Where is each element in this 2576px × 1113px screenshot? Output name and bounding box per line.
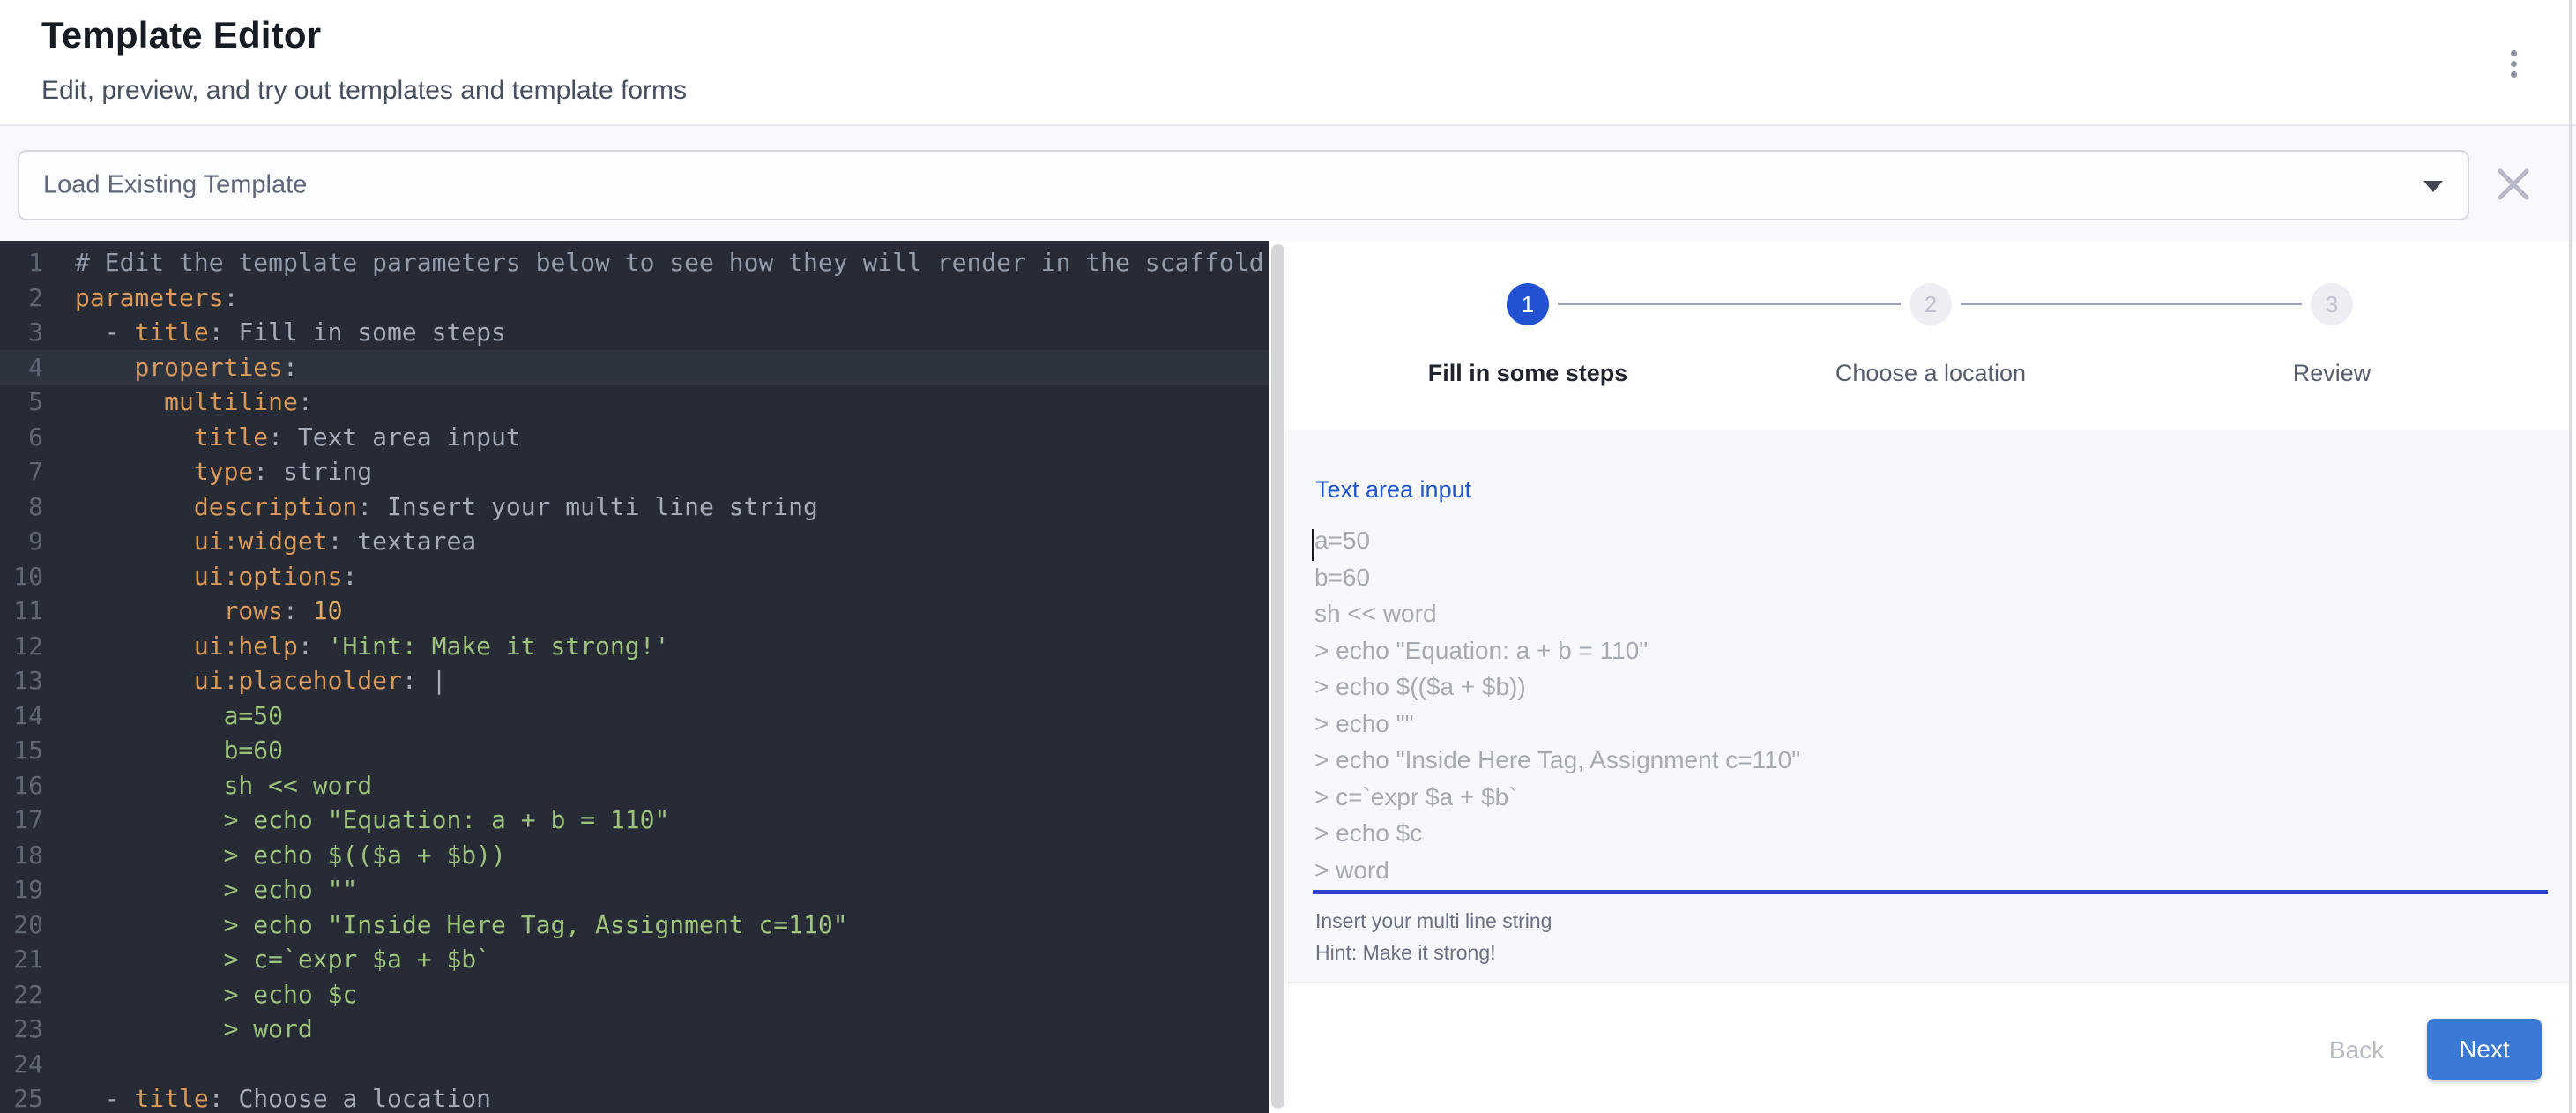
field-underline bbox=[1313, 890, 2548, 894]
code-line: 22 > echo $c bbox=[0, 977, 1269, 1012]
step-circle-1: 1 bbox=[1507, 283, 1549, 325]
line-number: 25 bbox=[0, 1081, 43, 1113]
line-number: 3 bbox=[0, 315, 43, 350]
load-template-select[interactable]: Load Existing Template bbox=[18, 150, 2469, 220]
step-form-card: Text area input a=50 b=60 sh << word > e… bbox=[1286, 430, 2569, 982]
textarea-placeholder: a=50 b=60 sh << word > echo "Equation: a… bbox=[1314, 522, 1800, 888]
code-line: 18 > echo $(($a + $b)) bbox=[0, 838, 1269, 873]
step-connector bbox=[1558, 303, 1901, 305]
code-line: 2parameters: bbox=[0, 280, 1269, 316]
line-number: 12 bbox=[0, 629, 43, 664]
code-line: 11 rows: 10 bbox=[0, 594, 1269, 629]
line-number: 19 bbox=[0, 872, 43, 908]
line-number: 11 bbox=[0, 594, 43, 629]
editor-scrollbar[interactable] bbox=[1271, 244, 1284, 1109]
code-line: 21 > c=`expr $a + $b` bbox=[0, 942, 1269, 977]
line-number: 7 bbox=[0, 454, 43, 489]
yaml-code-editor[interactable]: 1# Edit the template parameters below to… bbox=[0, 241, 1269, 1113]
line-number: 4 bbox=[0, 350, 43, 385]
code-line: 8 description: Insert your multi line st… bbox=[0, 489, 1269, 525]
code-line: 4 properties: bbox=[0, 350, 1269, 385]
line-number: 8 bbox=[0, 489, 43, 525]
code-line: 16 sh << word bbox=[0, 768, 1269, 803]
code-line: 3 - title: Fill in some steps bbox=[0, 315, 1269, 350]
code-line: 19 > echo "" bbox=[0, 872, 1269, 908]
line-number: 21 bbox=[0, 942, 43, 977]
back-button[interactable]: Back bbox=[2295, 1019, 2418, 1080]
page-title: Template Editor bbox=[41, 14, 321, 56]
code-line: 9 ui:widget: textarea bbox=[0, 524, 1269, 559]
code-line: 14 a=50 bbox=[0, 698, 1269, 734]
code-line: 12 ui:help: 'Hint: Make it strong!' bbox=[0, 629, 1269, 664]
clear-selection-button[interactable] bbox=[2491, 158, 2535, 211]
code-line: 23 > word bbox=[0, 1012, 1269, 1047]
code-line: 13 ui:placeholder: | bbox=[0, 663, 1269, 698]
line-number: 14 bbox=[0, 698, 43, 734]
field-hint: Hint: Make it strong! bbox=[1315, 941, 1496, 965]
multiline-textarea[interactable]: a=50 b=60 sh << word > echo "Equation: a… bbox=[1313, 522, 2550, 893]
field-description: Insert your multi line string bbox=[1315, 909, 1552, 933]
line-number: 13 bbox=[0, 663, 43, 698]
line-number: 15 bbox=[0, 733, 43, 768]
app-header: Template Editor Edit, preview, and try o… bbox=[0, 0, 2576, 126]
line-number: 20 bbox=[0, 908, 43, 943]
line-number: 24 bbox=[0, 1047, 43, 1082]
code-line: 1# Edit the template parameters below to… bbox=[0, 245, 1269, 280]
code-line: 24 bbox=[0, 1047, 1269, 1082]
template-preview-panel: 1 Fill in some steps 2 Choose a location 3 Re… bbox=[1286, 241, 2569, 1113]
line-number: 23 bbox=[0, 1012, 43, 1047]
code-line: 5 multiline: bbox=[0, 385, 1269, 420]
field-label: Text area input bbox=[1315, 476, 1471, 504]
line-number: 17 bbox=[0, 803, 43, 838]
code-line: 10 ui:options: bbox=[0, 559, 1269, 594]
kebab-menu-icon[interactable] bbox=[2490, 39, 2537, 88]
step-connector bbox=[1961, 303, 2302, 305]
line-number: 22 bbox=[0, 977, 43, 1012]
code-line: 6 title: Text area input bbox=[0, 420, 1269, 455]
line-number: 6 bbox=[0, 420, 43, 455]
step-circle-3: 3 bbox=[2311, 283, 2353, 325]
line-number: 5 bbox=[0, 385, 43, 420]
close-icon bbox=[2493, 164, 2534, 205]
line-number: 10 bbox=[0, 559, 43, 594]
load-template-row: Load Existing Template bbox=[0, 126, 2576, 241]
line-number: 18 bbox=[0, 838, 43, 873]
code-line: 25 - title: Choose a location bbox=[0, 1081, 1269, 1113]
line-number: 2 bbox=[0, 280, 43, 316]
chevron-down-icon bbox=[2423, 181, 2443, 192]
page-right-border bbox=[2569, 0, 2572, 1113]
line-number: 16 bbox=[0, 768, 43, 803]
step-label: Fill in some steps bbox=[1428, 360, 1628, 387]
line-number: 9 bbox=[0, 524, 43, 559]
line-number: 1 bbox=[0, 245, 43, 280]
step-label: Choose a location bbox=[1835, 360, 2026, 387]
code-line: 7 type: string bbox=[0, 454, 1269, 489]
step-label: Review bbox=[2293, 360, 2371, 387]
step-circle-2: 2 bbox=[1910, 283, 1952, 325]
code-line: 15 b=60 bbox=[0, 733, 1269, 768]
page-subtitle: Edit, preview, and try out templates and… bbox=[41, 76, 687, 106]
load-template-placeholder: Load Existing Template bbox=[43, 171, 307, 200]
next-button[interactable]: Next bbox=[2427, 1019, 2542, 1080]
code-line: 17 > echo "Equation: a + b = 110" bbox=[0, 803, 1269, 838]
code-line: 20 > echo "Inside Here Tag, Assignment c… bbox=[0, 908, 1269, 943]
